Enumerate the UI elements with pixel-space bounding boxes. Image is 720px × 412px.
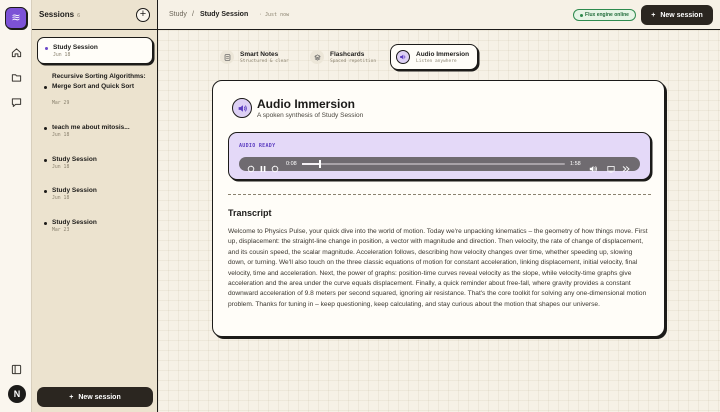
session-item[interactable]: Study Session Jun 18 — [37, 150, 153, 176]
progress-handle[interactable] — [318, 160, 321, 168]
plus-icon: + — [69, 393, 74, 401]
stack-icon — [310, 50, 324, 64]
engine-status-text: Flux engine online — [585, 12, 629, 18]
sidebar-title: Sessions — [39, 10, 75, 19]
tab-label: Flashcards — [330, 50, 365, 58]
sidebar-header: Sessions 6 + — [32, 0, 157, 30]
session-date: Mar 23 — [52, 228, 70, 233]
forward-icon[interactable] — [271, 160, 279, 173]
breadcrumb-root[interactable]: Study — [169, 11, 187, 18]
session-item[interactable]: Study Session Jun 18 — [37, 37, 153, 64]
plus-icon: + — [651, 11, 656, 19]
last-saved-time: · Just now — [259, 12, 290, 18]
active-dot-icon — [45, 47, 48, 50]
progress-track[interactable] — [302, 160, 565, 168]
session-title: Study Session — [52, 156, 97, 163]
picture-in-picture-icon[interactable] — [607, 160, 615, 173]
section-divider — [228, 194, 651, 195]
session-date: Mar 29 — [52, 101, 70, 106]
notes-icon — [220, 50, 234, 64]
top-bar: Study / Study Session · Just now Flux en… — [158, 0, 720, 30]
panel-subtitle: A spoken synthesis of Study Session — [257, 112, 364, 119]
duration: 1:58 — [570, 160, 581, 167]
session-date: Jun 18 — [53, 53, 71, 58]
session-item[interactable]: Study Session Jun 18 — [37, 181, 153, 207]
sidebar-new-session-button[interactable]: + New session — [37, 387, 153, 407]
breadcrumb-separator: / — [192, 11, 194, 18]
icon-rail: ≋ N — [0, 0, 32, 412]
audio-panel: Audio Immersion A spoken synthesis of St… — [212, 80, 665, 337]
session-item[interactable]: Study Session Mar 23 — [37, 213, 153, 239]
chat-icon[interactable] — [9, 95, 23, 109]
session-item[interactable]: Recursive Sorting Algorithms: Merge Sort… — [37, 67, 153, 109]
pause-button[interactable] — [259, 160, 267, 172]
avatar[interactable]: N — [8, 385, 26, 403]
session-title: Recursive Sorting Algorithms: Merge Sort… — [52, 73, 146, 90]
tab-label: Audio Immersion — [416, 50, 470, 58]
session-date: Jun 18 — [52, 196, 70, 201]
dot-icon — [44, 159, 47, 162]
current-time: 0:08 — [286, 160, 297, 167]
sessions-sidebar: Sessions 6 + Study Session Jun 18 Recurs… — [32, 0, 158, 412]
session-title: Study Session — [53, 44, 98, 51]
session-title: teach me about mitosis... — [52, 124, 130, 131]
new-session-label: New session — [660, 11, 703, 19]
dot-icon — [44, 127, 47, 130]
speaker-icon — [396, 50, 410, 64]
tab-flashcards[interactable]: Flashcards Spaced repetition — [305, 44, 387, 70]
session-title: Study Session — [52, 219, 97, 226]
tab-label: Smart Notes — [240, 50, 279, 58]
dot-icon — [44, 222, 47, 225]
progress-fill — [302, 163, 320, 165]
session-count: 6 — [77, 12, 81, 19]
tab-audio-immersion[interactable]: Audio Immersion Listen anywhere — [390, 44, 478, 70]
session-date: Jun 18 — [52, 133, 70, 138]
home-icon[interactable] — [9, 45, 23, 59]
dot-icon — [44, 190, 47, 193]
tab-smart-notes[interactable]: Smart Notes Structured & clear — [215, 44, 301, 70]
breadcrumb-current: Study Session — [200, 11, 249, 18]
session-date: Jun 18 — [52, 165, 70, 170]
app-logo[interactable]: ≋ — [5, 7, 27, 29]
add-session-button[interactable]: + — [136, 7, 150, 22]
transcript-title: Transcript — [228, 208, 272, 218]
folder-icon[interactable] — [9, 70, 23, 84]
tab-subtitle: Spaced repetition — [330, 58, 377, 64]
panel-title: Audio Immersion — [257, 97, 356, 111]
player-status: AUDIO READY — [239, 143, 276, 149]
speed-icon[interactable] — [622, 160, 630, 172]
dot-icon — [44, 86, 47, 89]
tab-subtitle: Structured & clear — [240, 58, 289, 64]
replay-icon[interactable] — [247, 160, 255, 173]
session-title: Study Session — [52, 187, 97, 194]
new-session-label: New session — [78, 393, 121, 401]
audio-player: AUDIO READY 0:08 1:58 — [228, 132, 651, 180]
volume-icon[interactable] — [589, 160, 597, 172]
status-dot-icon — [580, 13, 584, 17]
panel-icon[interactable] — [9, 362, 23, 376]
speaker-icon — [232, 98, 252, 118]
session-item[interactable]: teach me about mitosis... Jun 18 — [37, 118, 153, 144]
new-session-button[interactable]: + New session — [641, 5, 713, 25]
tab-subtitle: Listen anywhere — [416, 58, 457, 64]
player-controls: 0:08 1:58 — [239, 157, 640, 173]
transcript-text: Welcome to Physics Pulse, your quick div… — [228, 228, 648, 308]
engine-status-badge: Flux engine online — [573, 9, 636, 21]
main-area: Study / Study Session · Just now Flux en… — [158, 0, 720, 412]
